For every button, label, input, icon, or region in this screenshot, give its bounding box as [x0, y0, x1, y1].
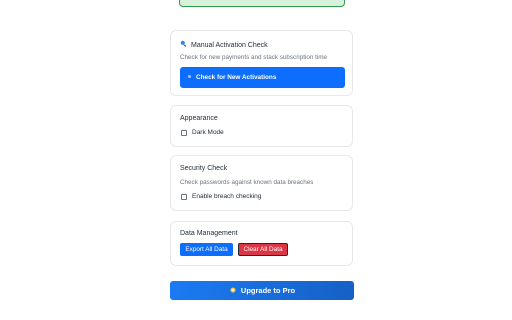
- status-box: [179, 0, 345, 7]
- breach-check-row[interactable]: Enable breach checking: [181, 193, 261, 200]
- dark-mode-label: Dark Mode: [192, 129, 224, 136]
- upgrade-label: Upgrade to Pro: [240, 286, 296, 295]
- magnifier-icon: [180, 40, 187, 49]
- security-title: Security Check: [180, 165, 228, 172]
- manual-activation-title-row: Manual Activation Check: [180, 40, 268, 49]
- manual-activation-description: Check for new payments and stack subscri…: [180, 54, 327, 61]
- security-card: Security Check Check passwords against k…: [170, 155, 353, 211]
- manual-activation-card: Manual Activation Check Check for new pa…: [170, 30, 353, 96]
- data-management-card: Data Management Export All Data Clear Al…: [170, 221, 353, 266]
- appearance-title: Appearance: [180, 115, 218, 122]
- check-activations-label: Check for New Activations: [196, 74, 277, 81]
- manual-activation-title: Manual Activation Check: [191, 42, 268, 49]
- pin-icon: [187, 74, 192, 81]
- dark-mode-checkbox[interactable]: [181, 129, 187, 136]
- upgrade-button[interactable]: Upgrade to Pro: [170, 281, 354, 300]
- check-activations-button[interactable]: Check for New Activations: [180, 67, 345, 88]
- dark-mode-row[interactable]: Dark Mode: [181, 129, 224, 136]
- clear-data-button[interactable]: Clear All Data: [238, 243, 288, 256]
- sparkle-icon: [229, 286, 237, 296]
- breach-checkbox[interactable]: [181, 193, 187, 200]
- export-data-button[interactable]: Export All Data: [180, 243, 233, 256]
- security-description: Check passwords against known data breac…: [180, 179, 314, 186]
- data-management-title: Data Management: [180, 230, 238, 237]
- appearance-card: Appearance Dark Mode: [170, 105, 353, 147]
- breach-label: Enable breach checking: [192, 193, 262, 200]
